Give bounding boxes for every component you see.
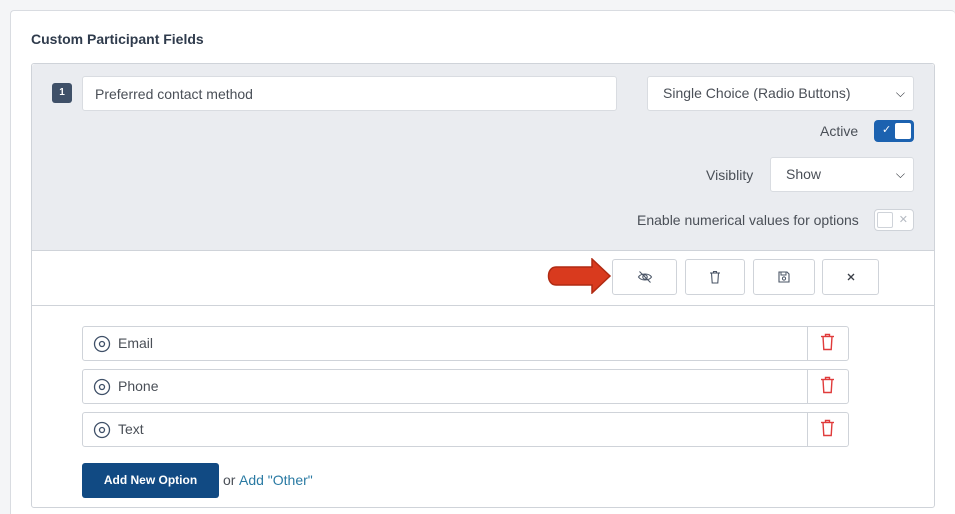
field-type-value: Single Choice (Radio Buttons): [663, 85, 851, 101]
radio-icon: [93, 335, 111, 353]
trash-icon: [821, 376, 834, 394]
delete-option-button[interactable]: [807, 413, 848, 446]
close-field-button[interactable]: [822, 259, 879, 295]
delete-field-button[interactable]: [685, 259, 745, 295]
panel-title: Custom Participant Fields: [31, 31, 204, 47]
toggle-knob: [877, 212, 893, 228]
trash-icon: [821, 333, 834, 351]
option-label[interactable]: Text: [118, 421, 144, 437]
option-label[interactable]: Email: [118, 335, 153, 351]
x-icon: ✕: [898, 214, 908, 226]
field-card: 1 Single Choice (Radio Buttons) ⌵ Active…: [31, 63, 935, 508]
active-label: Active: [820, 123, 859, 139]
delete-option-button[interactable]: [807, 327, 848, 360]
hide-field-button[interactable]: [612, 259, 677, 295]
check-icon: ✓: [882, 124, 892, 136]
annotation-arrow-icon: [547, 258, 612, 294]
visibility-value: Show: [786, 166, 822, 182]
numerical-values-label: Enable numerical values for options: [637, 212, 859, 228]
toggle-knob: [895, 123, 911, 139]
numerical-values-toggle[interactable]: ✕: [874, 209, 914, 231]
field-settings: 1 Single Choice (Radio Buttons) ⌵ Active…: [32, 64, 934, 251]
radio-icon: [93, 378, 111, 396]
option-row[interactable]: Text: [82, 412, 849, 447]
close-icon: [847, 273, 854, 281]
visibility-select[interactable]: Show ⌵: [770, 157, 914, 192]
visibility-label: Visiblity: [706, 167, 754, 183]
add-other-link[interactable]: Add "Other": [239, 472, 313, 488]
custom-fields-panel: Custom Participant Fields 1 Single Choic…: [10, 10, 955, 514]
eye-slash-icon: [637, 271, 652, 283]
radio-icon: [93, 421, 111, 439]
save-field-button[interactable]: [753, 259, 815, 295]
option-label[interactable]: Phone: [118, 378, 158, 394]
option-row[interactable]: Email: [82, 326, 849, 361]
add-new-option-button[interactable]: Add New Option: [82, 463, 219, 498]
trash-icon: [710, 270, 720, 284]
active-toggle[interactable]: ✓: [874, 120, 914, 142]
or-text: or: [223, 472, 236, 488]
field-type-select[interactable]: Single Choice (Radio Buttons) ⌵: [647, 76, 914, 111]
field-number-badge: 1: [52, 83, 72, 103]
field-name-input[interactable]: [82, 76, 617, 111]
delete-option-button[interactable]: [807, 370, 848, 403]
chevron-down-icon: ⌵: [895, 86, 905, 100]
field-toolbar: [32, 251, 934, 306]
option-row[interactable]: Phone: [82, 369, 849, 404]
trash-icon: [821, 419, 834, 437]
save-icon: [778, 271, 790, 283]
chevron-down-icon: ⌵: [895, 167, 905, 181]
